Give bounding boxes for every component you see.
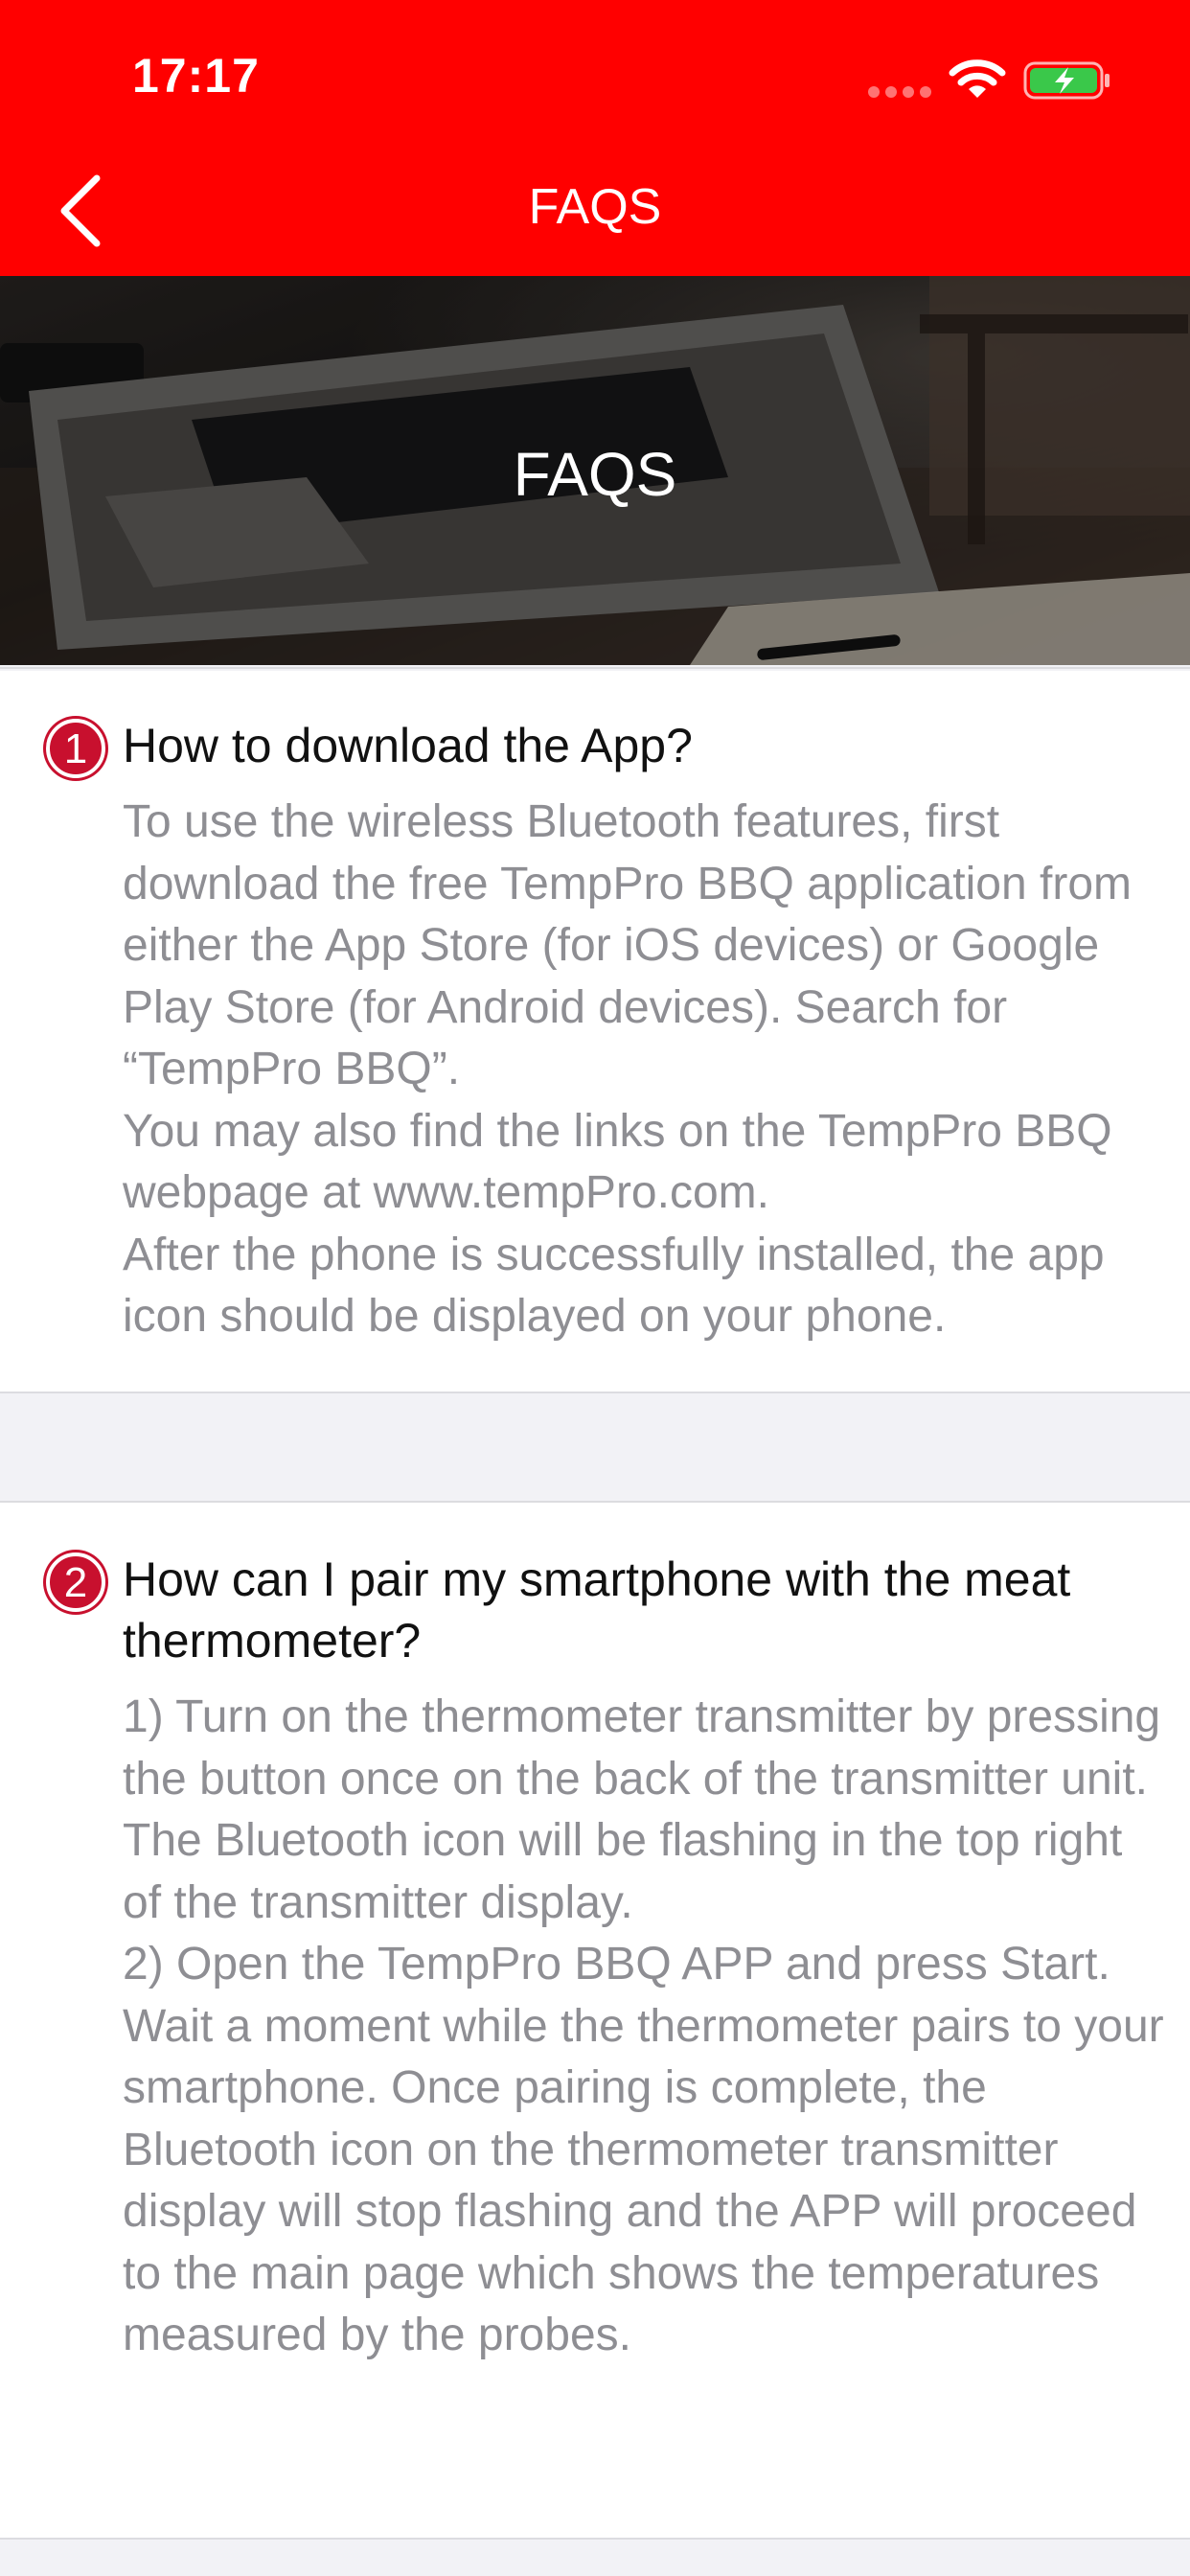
faq-number-badge: 2 xyxy=(46,1552,105,1612)
faqs-screen: 17:17 FAQS FAQS 1 How to download the Ap… xyxy=(0,0,1190,2576)
battery-charging-icon xyxy=(1023,59,1111,102)
faq-number-badge: 1 xyxy=(46,719,105,778)
cellular-signal-icon xyxy=(868,86,931,98)
faq-question: How can I pair my smartphone with the me… xyxy=(123,1552,1071,1668)
page-title: FAQS xyxy=(528,179,662,235)
faq-answer-paragraph: After the phone is successfully installe… xyxy=(123,1229,1105,1343)
hero-title: FAQS xyxy=(513,440,677,509)
faq-answer-paragraph: You may also find the links on the TempP… xyxy=(123,1105,1112,1219)
divider xyxy=(0,667,1190,669)
faq-item[interactable]: 1 How to download the App? To use the wi… xyxy=(0,671,1190,1392)
divider xyxy=(0,2538,1190,2540)
top-bar: 17:17 FAQS xyxy=(0,0,1190,276)
faq-answer: To use the wireless Bluetooth features, … xyxy=(123,792,1167,1348)
faq-item[interactable]: 2 How can I pair my smartphone with the … xyxy=(0,1503,1190,2538)
faq-answer-paragraph: To use the wireless Bluetooth features, … xyxy=(123,796,1133,1094)
faq-question: How to download the App? xyxy=(123,719,693,772)
status-time: 17:17 xyxy=(132,49,260,103)
faq-answer-paragraph: 2) Open the TempPro BBQ APP and press St… xyxy=(123,1939,1164,2360)
divider xyxy=(0,1392,1190,1393)
hero-banner: FAQS xyxy=(0,276,1190,665)
faq-answer: 1) Turn on the thermometer transmitter b… xyxy=(123,1687,1167,2367)
wifi-icon xyxy=(949,58,1006,102)
faq-answer-paragraph: 1) Turn on the thermometer transmitter b… xyxy=(123,1691,1161,1928)
